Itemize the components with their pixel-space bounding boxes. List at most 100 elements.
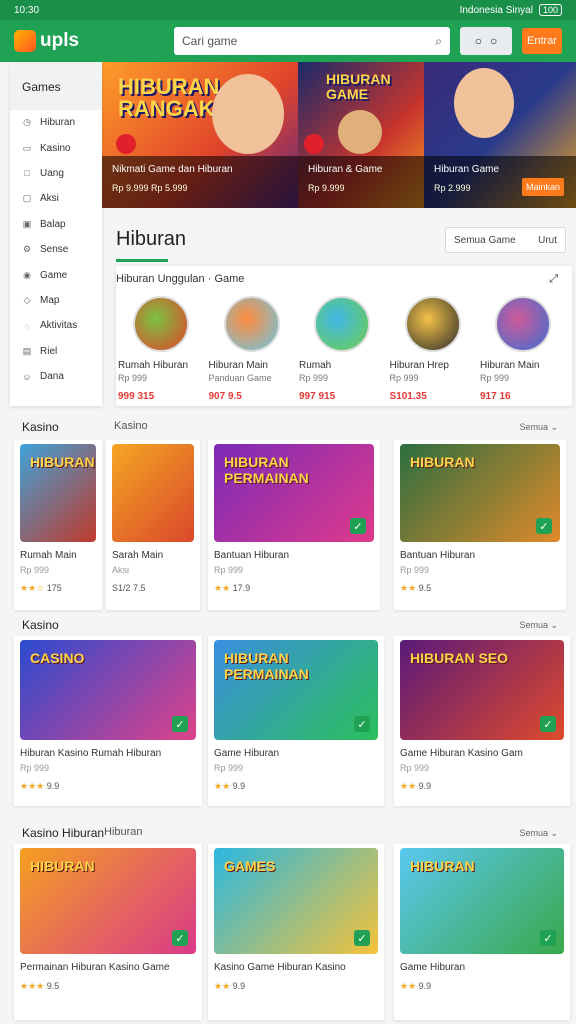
- game-card[interactable]: HIBURAN ✓ Game Hiburan ★★ 9.9: [394, 844, 570, 1020]
- box-icon: □: [24, 168, 30, 179]
- game-name: Rumah Main: [20, 550, 77, 561]
- rating-value: 9.9: [418, 781, 432, 791]
- sidebar-item-label: Balap: [40, 218, 66, 230]
- featured-item[interactable]: Rumah Hiburan Rp 999 999 315: [118, 296, 204, 402]
- sidebar-item[interactable]: ▢ Aksi: [10, 186, 102, 211]
- game-thumbnail[interactable]: HIBURAN PERMAINAN ✓: [214, 640, 378, 740]
- featured-name: Rumah: [299, 360, 332, 371]
- game-rating: ★★ 9.9: [214, 981, 378, 992]
- game-thumbnail[interactable]: HIBURAN ✓: [20, 848, 196, 954]
- game-thumbnail[interactable]: HIBURAN SEO ✓: [400, 640, 564, 740]
- rating-value: 9.5: [418, 583, 432, 593]
- category-more-button[interactable]: Semua ⌄: [519, 620, 558, 631]
- hero-caption-title: Hiburan & Game: [308, 164, 383, 175]
- game-subtitle: Rp 999: [214, 763, 244, 773]
- game-subtitle: Rp 999: [20, 565, 50, 575]
- search-icon[interactable]: ⌕: [435, 34, 442, 49]
- category-more-button[interactable]: Semua ⌄: [519, 828, 558, 839]
- hero-slide[interactable]: HIBURAN GAME Hiburan & Game Rp 9.999: [298, 62, 424, 208]
- sort-label: Urut: [538, 234, 557, 246]
- category-title: Kasino Hiburan: [22, 826, 105, 840]
- box-icon: ▣: [22, 218, 32, 229]
- featured-item[interactable]: Hiburan Main Panduan Game 907 9.5: [209, 296, 295, 402]
- game-thumbnail[interactable]: HIBURAN PERMAINAN ✓: [214, 444, 374, 542]
- game-card[interactable]: HIBURAN PERMAINAN ✓ Game Hiburan Rp 999 ★★ 9…: [208, 636, 384, 806]
- featured-meta: Panduan Game: [208, 373, 272, 383]
- featured-item[interactable]: Hiburan Main Rp 999 917 16: [480, 296, 566, 402]
- hero-banner[interactable]: HIBURAN RANGAK Nikmati Game dan Hiburan Rp…: [102, 62, 576, 208]
- sidebar-item[interactable]: ◷ Hiburan: [10, 110, 102, 135]
- check-icon: ✓: [540, 716, 556, 732]
- logo-text: upls: [40, 30, 80, 51]
- sidebar-item[interactable]: ◌ Aktivitas: [10, 313, 102, 338]
- circle-icon[interactable]: ○: [490, 34, 497, 48]
- featured-game-icon: [223, 296, 280, 352]
- sidebar-item[interactable]: ◉ Game: [10, 262, 102, 287]
- game-card[interactable]: HIBURAN ✓ Bantuan Hiburan Rp 999 ★★ 9.5: [394, 440, 566, 610]
- category-subtitle: Hiburan: [104, 826, 143, 838]
- game-thumbnail[interactable]: [112, 444, 194, 542]
- category-title: Kasino: [22, 420, 59, 434]
- game-thumbnail[interactable]: HIBURAN ✓: [400, 848, 564, 954]
- game-subtitle: Rp 999: [400, 763, 430, 773]
- sidebar-item[interactable]: ▭ Kasino: [10, 135, 102, 160]
- game-subtitle: Rp 999: [20, 763, 50, 773]
- sidebar-item[interactable]: ☺ Dana: [10, 364, 102, 389]
- rating-value: 17.9: [232, 583, 251, 593]
- sidebar-item[interactable]: ▣ Balap: [10, 212, 102, 237]
- game-card[interactable]: HIBURAN Rumah Main Rp 999 ★★☆ 175: [14, 440, 102, 610]
- check-icon: ✓: [350, 518, 366, 534]
- check-icon: ✓: [354, 716, 370, 732]
- circle-icon[interactable]: ○: [475, 34, 482, 48]
- sidebar-item[interactable]: ⚙ Sense: [10, 237, 102, 262]
- hero-badge-icon: [116, 134, 136, 154]
- hero-slide[interactable]: Hiburan Game Rp 2.999 Mainkan: [424, 62, 576, 208]
- rating-value: 9.5: [46, 981, 60, 991]
- hero-slide[interactable]: HIBURAN RANGAK Nikmati Game dan Hiburan Rp…: [102, 62, 298, 208]
- featured-name: Hiburan Main: [208, 360, 268, 371]
- app-logo[interactable]: upls: [14, 30, 164, 52]
- rating-value: 9.9: [232, 781, 246, 791]
- star-icon: ★★: [214, 981, 233, 991]
- sidebar-item[interactable]: ▤ Riel: [10, 339, 102, 364]
- game-thumb-title: HIBURAN PERMAINAN: [224, 650, 309, 682]
- filter-label: Semua Game: [454, 234, 516, 246]
- game-name: Game Hiburan Kasino Gam: [400, 748, 523, 759]
- hero-cta-button[interactable]: Mainkan: [522, 178, 564, 196]
- game-thumbnail[interactable]: HIBURAN ✓: [400, 444, 560, 542]
- featured-item[interactable]: Rumah Rp 999 997 915: [299, 296, 385, 402]
- game-rating: ★★☆ 175: [20, 583, 96, 594]
- sidebar-item-label: Game: [40, 269, 68, 281]
- sidebar-item-label: Hiburan: [40, 117, 76, 129]
- rating-value: 9.9: [418, 981, 432, 991]
- filter-select[interactable]: Semua Game Urut: [445, 227, 566, 253]
- game-card[interactable]: HIBURAN PERMAINAN ✓ Bantuan Hiburan Rp 999 ★…: [208, 440, 380, 610]
- game-card[interactable]: CASINO ✓ Hiburan Kasino Rumah Hiburan Rp 99…: [14, 636, 202, 806]
- search-input[interactable]: Cari game ⌕: [174, 27, 450, 55]
- game-thumbnail[interactable]: CASINO ✓: [20, 640, 196, 740]
- hero-character-image: [338, 110, 382, 154]
- game-card[interactable]: GAMES ✓ Kasino Game Hiburan Kasino ★★ 9.9: [208, 844, 384, 1020]
- game-card[interactable]: HIBURAN SEO ✓ Game Hiburan Kasino Gam Rp 99…: [394, 636, 570, 806]
- game-card[interactable]: Sarah Main Aksi S1/2 7.5: [106, 440, 200, 610]
- game-thumbnail[interactable]: GAMES ✓: [214, 848, 378, 954]
- rating-value: S1/2 7.5: [112, 583, 146, 593]
- game-card[interactable]: HIBURAN ✓ Permainan Hiburan Kasino Game ★★★…: [14, 844, 202, 1020]
- game-thumb-title: HIBURAN SEO: [410, 650, 509, 666]
- category-more-button[interactable]: Semua ⌄: [519, 422, 558, 433]
- game-name: Game Hiburan: [214, 748, 280, 759]
- featured-item[interactable]: Hiburan Hrep Rp 999 S101.35: [390, 296, 476, 402]
- sidebar-item-label: Aktivitas: [40, 320, 78, 332]
- expand-icon[interactable]: ⤢: [549, 273, 558, 286]
- featured-name: Hiburan Main: [480, 360, 540, 371]
- game-rating: ★★ 9.9: [214, 781, 378, 792]
- sidebar-item[interactable]: ◇ Map: [10, 288, 102, 313]
- game-thumbnail[interactable]: HIBURAN: [20, 444, 96, 542]
- sidebar-item[interactable]: □ Uang: [10, 161, 102, 186]
- action-toggle[interactable]: ○ ○: [460, 27, 512, 55]
- game-rating: ★★★ 9.5: [20, 981, 196, 992]
- star-icon: ★★: [400, 981, 419, 991]
- enter-button[interactable]: Entrar: [522, 28, 562, 54]
- game-thumb-title: GAMES: [224, 858, 276, 874]
- featured-price: S101.35: [389, 391, 427, 402]
